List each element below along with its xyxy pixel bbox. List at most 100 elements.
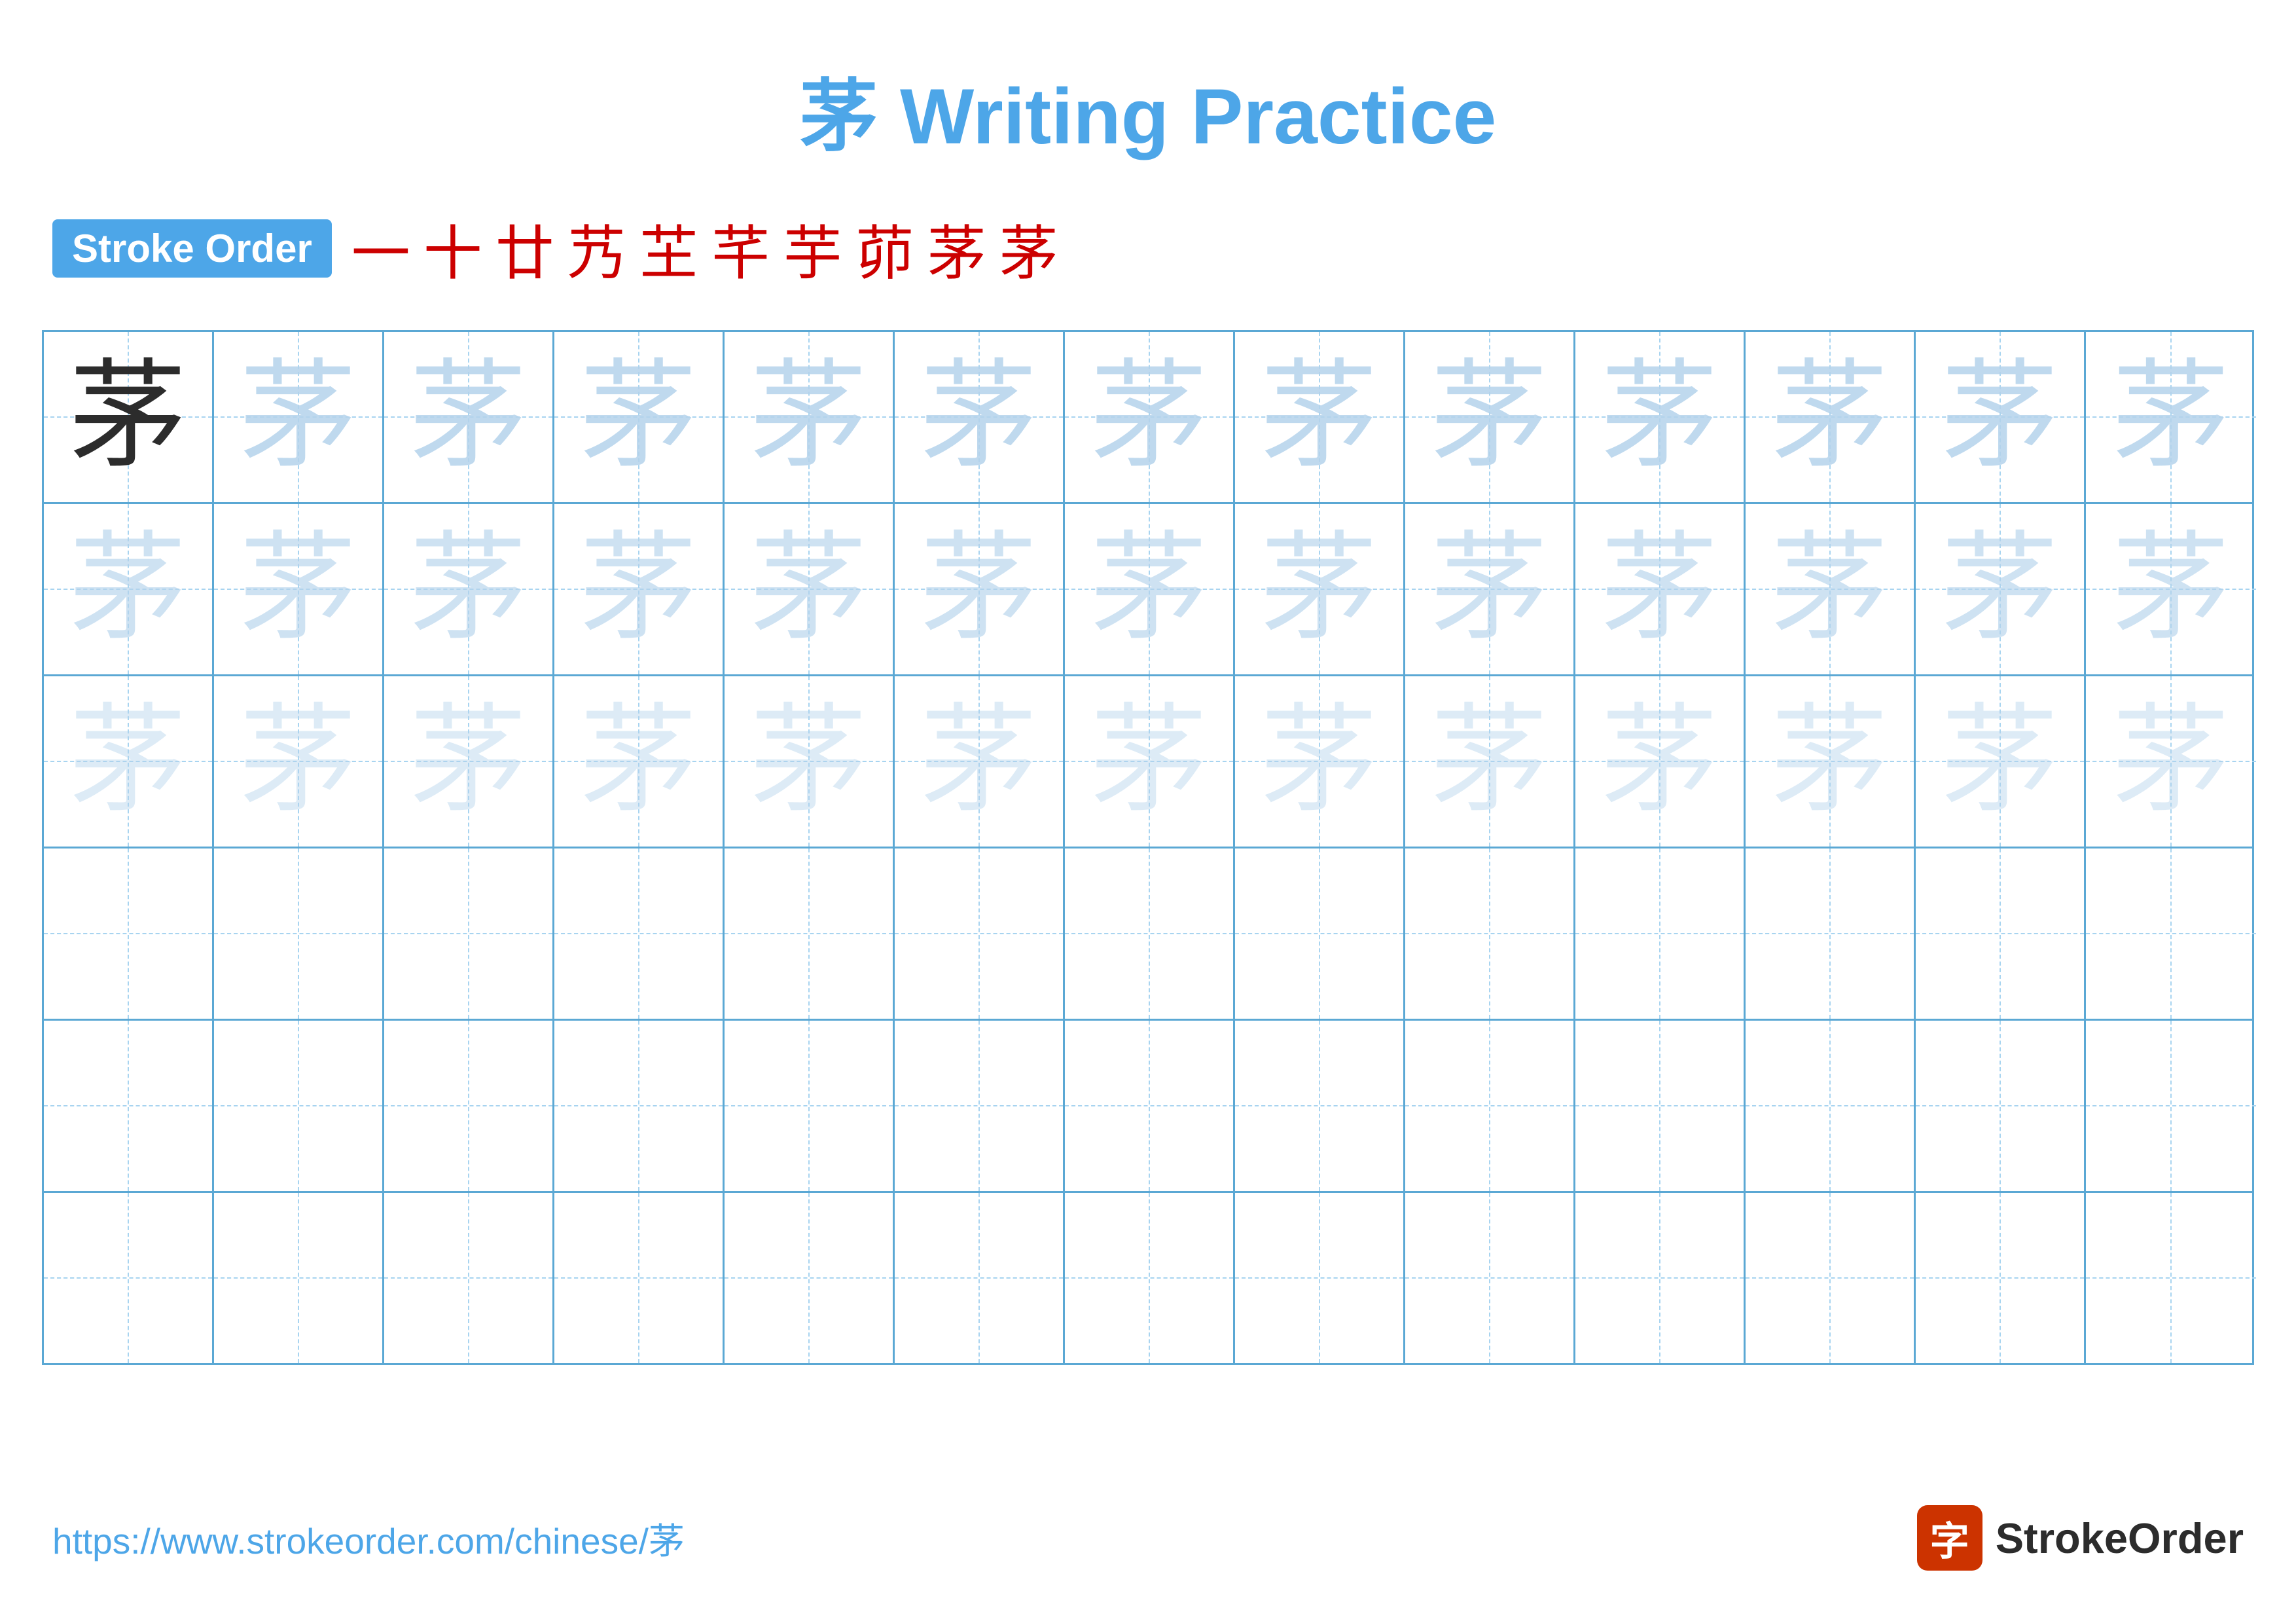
grid-cell[interactable] <box>554 1021 725 1191</box>
grid-cell[interactable]: 茅 <box>554 676 725 847</box>
grid-cell[interactable]: 茅 <box>1235 676 1405 847</box>
grid-cell[interactable]: 茅 <box>1405 504 1575 674</box>
grid-cell[interactable]: 茅 <box>1065 332 1235 502</box>
grid-cell[interactable] <box>214 1021 384 1191</box>
grid-cell[interactable] <box>1065 848 1235 1019</box>
grid-cell[interactable] <box>1065 1021 1235 1191</box>
grid-cell[interactable]: 茅 <box>895 504 1065 674</box>
grid-cell[interactable]: 茅 <box>1065 676 1235 847</box>
grid-cell[interactable] <box>384 1021 554 1191</box>
grid-cell[interactable]: 茅 <box>1746 504 1916 674</box>
practice-char-ghost: 茅 <box>69 530 187 648</box>
practice-char-ghost: 茅 <box>1090 530 1208 648</box>
grid-cell[interactable] <box>895 848 1065 1019</box>
grid-cell[interactable] <box>2086 1193 2256 1363</box>
practice-char-ghost: 茅 <box>1600 702 1718 820</box>
grid-cell[interactable] <box>725 1021 895 1191</box>
grid-cell[interactable] <box>554 848 725 1019</box>
grid-cell[interactable] <box>1916 848 2086 1019</box>
stroke-char-4: 艿 <box>567 206 626 291</box>
grid-cell[interactable]: 茅 <box>44 332 214 502</box>
grid-cell[interactable]: 茅 <box>1235 332 1405 502</box>
grid-cell[interactable]: 茅 <box>725 676 895 847</box>
practice-char-solid: 茅 <box>69 358 187 476</box>
grid-cell[interactable]: 茅 <box>214 504 384 674</box>
grid-cell[interactable] <box>1405 1193 1575 1363</box>
grid-cell[interactable]: 茅 <box>895 676 1065 847</box>
grid-cell[interactable] <box>2086 1021 2256 1191</box>
grid-cell[interactable]: 茅 <box>1916 332 2086 502</box>
grid-cell[interactable] <box>1916 1021 2086 1191</box>
grid-cell[interactable] <box>1065 1193 1235 1363</box>
grid-cell[interactable] <box>2086 848 2256 1019</box>
grid-cell[interactable]: 茅 <box>384 332 554 502</box>
grid-cell[interactable] <box>214 1193 384 1363</box>
grid-cell[interactable]: 茅 <box>384 676 554 847</box>
grid-cell[interactable] <box>384 1193 554 1363</box>
grid-cell[interactable]: 茅 <box>214 676 384 847</box>
grid-cell[interactable] <box>1575 848 1746 1019</box>
grid-cell[interactable]: 茅 <box>1916 676 2086 847</box>
grid-cell[interactable] <box>44 1193 214 1363</box>
grid-cell[interactable]: 茅 <box>44 504 214 674</box>
stroke-order-badge: Stroke Order <box>52 219 332 278</box>
grid-cell[interactable]: 茅 <box>725 332 895 502</box>
grid-cell[interactable] <box>1405 1021 1575 1191</box>
grid-cell[interactable] <box>725 1193 895 1363</box>
grid-cell[interactable] <box>214 848 384 1019</box>
grid-cell[interactable] <box>1916 1193 2086 1363</box>
grid-cell[interactable]: 茅 <box>895 332 1065 502</box>
grid-cell[interactable] <box>1235 1021 1405 1191</box>
practice-char-ghost: 茅 <box>920 702 1037 820</box>
grid-cell[interactable] <box>1746 848 1916 1019</box>
practice-char-ghost: 茅 <box>920 530 1037 648</box>
grid-cell[interactable]: 茅 <box>554 504 725 674</box>
grid-cell[interactable] <box>1746 1193 1916 1363</box>
practice-char-ghost: 茅 <box>1770 530 1888 648</box>
grid-cell[interactable]: 茅 <box>44 676 214 847</box>
grid-cell[interactable] <box>1746 1021 1916 1191</box>
practice-char-ghost: 茅 <box>1260 702 1378 820</box>
stroke-char-10: 茅 <box>999 206 1058 291</box>
grid-cell[interactable] <box>44 848 214 1019</box>
grid-cell[interactable] <box>554 1193 725 1363</box>
grid-cell[interactable]: 茅 <box>1575 332 1746 502</box>
grid-cell[interactable] <box>895 1021 1065 1191</box>
grid-cell[interactable] <box>1405 848 1575 1019</box>
practice-char-ghost: 茅 <box>920 358 1037 476</box>
stroke-char-7: 芋 <box>783 206 842 291</box>
grid-cell[interactable] <box>725 848 895 1019</box>
grid-cell[interactable]: 茅 <box>1916 504 2086 674</box>
grid-cell[interactable]: 茅 <box>1235 504 1405 674</box>
grid-cell[interactable]: 茅 <box>214 332 384 502</box>
practice-char-ghost: 茅 <box>2112 358 2230 476</box>
grid-row-4 <box>44 848 2252 1021</box>
grid-cell[interactable]: 茅 <box>1065 504 1235 674</box>
grid-cell[interactable]: 茅 <box>1405 676 1575 847</box>
grid-cell[interactable] <box>1575 1021 1746 1191</box>
practice-char-ghost: 茅 <box>1941 358 2058 476</box>
grid-cell[interactable]: 茅 <box>1575 676 1746 847</box>
grid-cell[interactable]: 茅 <box>2086 332 2256 502</box>
grid-cell[interactable] <box>44 1021 214 1191</box>
grid-cell[interactable]: 茅 <box>2086 504 2256 674</box>
grid-cell[interactable]: 茅 <box>2086 676 2256 847</box>
grid-row-3: 茅 茅 茅 茅 茅 茅 茅 <box>44 676 2252 848</box>
practice-char-ghost: 茅 <box>579 358 697 476</box>
grid-cell[interactable] <box>1235 1193 1405 1363</box>
grid-cell[interactable]: 茅 <box>725 504 895 674</box>
grid-cell[interactable]: 茅 <box>1746 676 1916 847</box>
grid-cell[interactable]: 茅 <box>1746 332 1916 502</box>
grid-cell[interactable]: 茅 <box>1405 332 1575 502</box>
grid-cell[interactable] <box>1575 1193 1746 1363</box>
grid-cell[interactable]: 茅 <box>1575 504 1746 674</box>
practice-char-ghost: 茅 <box>749 530 867 648</box>
grid-cell[interactable] <box>384 848 554 1019</box>
grid-cell[interactable] <box>1235 848 1405 1019</box>
title-rest: Writing Practice <box>878 73 1497 160</box>
practice-char-ghost: 茅 <box>2112 702 2230 820</box>
grid-cell[interactable]: 茅 <box>554 332 725 502</box>
grid-cell[interactable] <box>895 1193 1065 1363</box>
grid-cell[interactable]: 茅 <box>384 504 554 674</box>
practice-char-ghost: 茅 <box>1600 530 1718 648</box>
